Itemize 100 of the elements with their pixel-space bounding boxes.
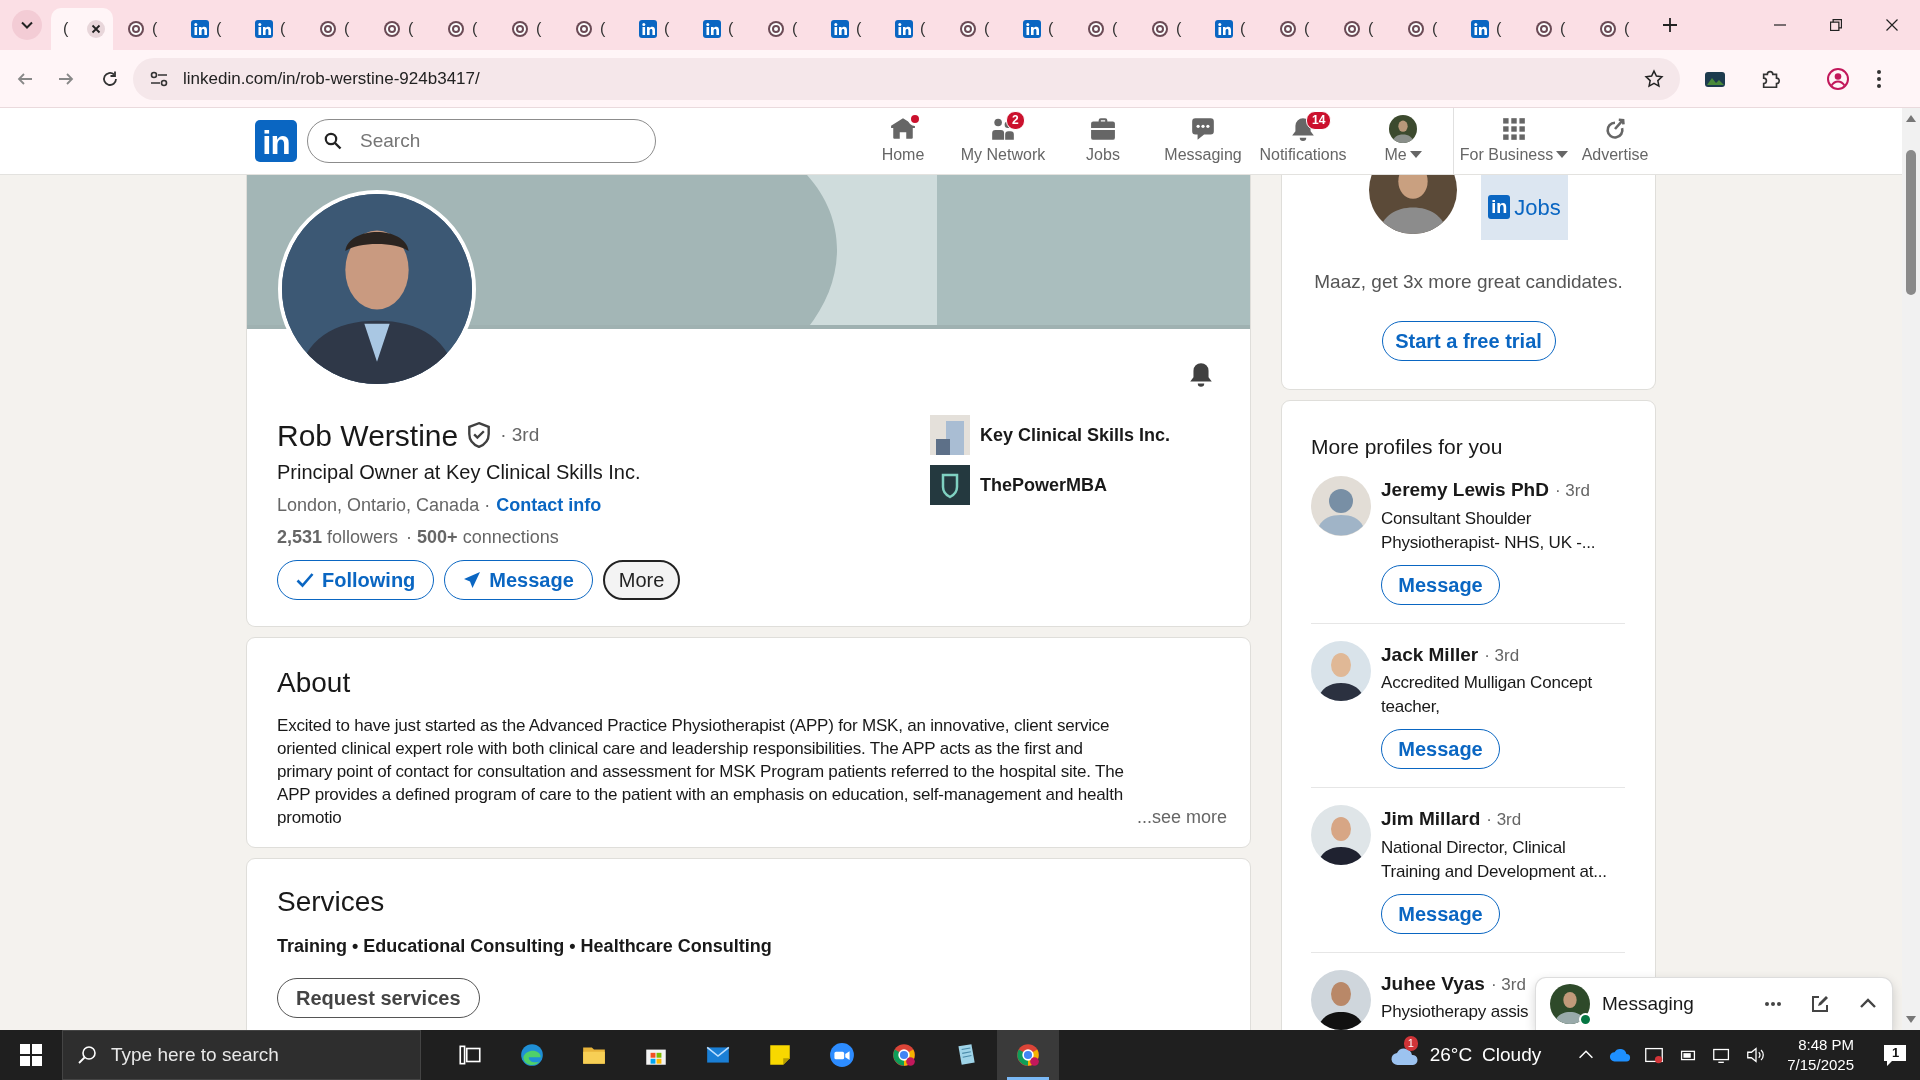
star-icon[interactable] — [1644, 68, 1664, 89]
person-name[interactable]: Jack Miller — [1381, 640, 1479, 669]
reload-button[interactable] — [101, 69, 119, 88]
jobs-logo: in Jobs — [1481, 175, 1568, 240]
company-logo[interactable] — [930, 465, 970, 505]
company-name[interactable]: Key Clinical Skills Inc. — [980, 421, 1171, 449]
menu-icon[interactable] — [1876, 68, 1882, 89]
browser-tab[interactable]: ( — [113, 8, 177, 50]
headline: Principal Owner at Key Clinical Skills Inc. — [277, 460, 642, 485]
browser-tab[interactable]: ( — [1073, 8, 1137, 50]
browser-tab[interactable]: ( — [881, 8, 945, 50]
alert-badge: 1 — [1403, 1036, 1418, 1051]
contact-info-link[interactable]: Contact info — [496, 492, 602, 519]
home-icon — [890, 116, 916, 142]
browser-tab[interactable]: ( — [497, 8, 561, 50]
browser-tab[interactable]: ( — [1585, 8, 1649, 50]
browser-tab[interactable]: ( — [241, 8, 305, 50]
company-logo[interactable] — [930, 415, 970, 455]
address-bar[interactable]: linkedin.com/in/rob-werstine-924b3417/ — [133, 57, 1680, 100]
location-text: London, Ontario, Canada · — [277, 494, 491, 517]
browser-tab[interactable]: ( — [945, 8, 1009, 50]
round-logo-icon — [1087, 20, 1105, 38]
company-name[interactable]: ThePowerMBA — [980, 471, 1107, 499]
round-logo-icon — [767, 20, 785, 38]
browser-tab[interactable]: ( — [1009, 8, 1073, 50]
browser-tab[interactable]: ( — [753, 8, 817, 50]
more-icon[interactable] — [1764, 1001, 1782, 1007]
round-logo-icon — [511, 20, 529, 38]
message-button[interactable]: Message — [1381, 729, 1500, 769]
browser-tab[interactable]: ( — [1137, 8, 1201, 50]
connections-text: · 500+ connections — [406, 526, 559, 549]
browser-tab[interactable]: ( — [1329, 8, 1393, 50]
square-logo-icon — [831, 20, 849, 38]
browser-tab[interactable]: ( — [625, 8, 689, 50]
browser-tab[interactable]: ( — [1201, 8, 1265, 50]
degree-text: · 3rd — [1554, 480, 1590, 502]
browser-tab[interactable]: ( — [689, 8, 753, 50]
nav-item[interactable]: Messaging — [1153, 108, 1253, 174]
search-field[interactable]: Search — [307, 119, 656, 163]
nav-item[interactable]: 2 My Network — [953, 108, 1053, 174]
taskbar-search-field[interactable]: Type here to search — [62, 1030, 421, 1080]
url-text: linkedin.com/in/rob-werstine-924b3417/ — [183, 67, 480, 90]
browser-tab[interactable]: ( — [561, 8, 625, 50]
person-name[interactable]: Jim Millard — [1381, 805, 1481, 834]
bell-icon[interactable] — [1188, 361, 1214, 389]
scroll-down-icon[interactable] — [1906, 1016, 1916, 1023]
notification-badge: 14 — [1306, 111, 1332, 130]
nav-item[interactable]: Home — [853, 108, 953, 174]
logo[interactable]: in — [255, 120, 297, 162]
weather-widget[interactable]: 1 26°C Cloudy — [1381, 1030, 1550, 1080]
person-name[interactable]: Jeremy Lewis PhD — [1381, 476, 1549, 505]
message-button[interactable]: Message — [1381, 893, 1500, 934]
browser-tab[interactable]: ( — [433, 8, 497, 50]
notification-badge: 2 — [1006, 111, 1025, 130]
scroll-up-icon[interactable] — [1906, 115, 1916, 122]
browser-tab[interactable]: ( — [1521, 8, 1585, 50]
reload-icon — [101, 69, 119, 88]
close-icon[interactable] — [87, 20, 105, 38]
browser-tab[interactable]: ( — [1265, 8, 1329, 50]
more-button[interactable]: More — [602, 560, 681, 600]
avatar[interactable] — [1389, 115, 1417, 143]
person-name[interactable]: Juhee Vyas — [1381, 969, 1485, 998]
browser-tab[interactable]: ( — [1457, 8, 1521, 50]
messaging-bar[interactable]: Messaging — [1536, 978, 1892, 1030]
person-headline: National Director, Clinical Training and Development at... — [1381, 836, 1608, 883]
profile-icon[interactable] — [1826, 66, 1850, 91]
browser-tab[interactable]: ( — [817, 8, 881, 50]
taskbar-app[interactable] — [997, 1030, 1059, 1080]
chat-bubble-icon — [1190, 116, 1216, 142]
close-icon — [1886, 19, 1898, 31]
following-button[interactable]: Following — [277, 560, 435, 600]
degree-text: · 3rd — [1486, 809, 1522, 831]
avatar[interactable] — [1311, 805, 1371, 865]
tab-search-button[interactable] — [12, 10, 42, 40]
site-settings-icon[interactable] — [149, 69, 169, 88]
clock[interactable]: 8:48 PM 7/15/2025 — [1777, 1030, 1864, 1080]
nav-item[interactable]: 14 Notifications — [1253, 108, 1353, 174]
restore-icon — [1830, 19, 1842, 31]
browser-tab[interactable]: ( — [369, 8, 433, 50]
compose-icon[interactable] — [1810, 994, 1830, 1014]
nav-item[interactable]: For Business — [1454, 108, 1574, 174]
scroll-thumb[interactable] — [1906, 150, 1916, 295]
nav-item[interactable]: Me — [1353, 108, 1453, 174]
avatar[interactable] — [1550, 984, 1590, 1024]
notification-button[interactable]: 1 — [1870, 1030, 1920, 1080]
browser-tab[interactable]: ( — [177, 8, 241, 50]
square-logo-icon — [703, 20, 721, 38]
request-services-button[interactable]: Request services — [277, 978, 480, 1018]
message-button[interactable]: Message — [1381, 564, 1500, 605]
square-logo-icon — [1215, 20, 1233, 38]
square-logo-icon — [1023, 20, 1041, 38]
browser-tab[interactable]: ( — [305, 8, 369, 50]
nav-item[interactable]: Advertise — [1574, 108, 1656, 174]
message-button[interactable]: Message — [444, 560, 593, 600]
browser-tab[interactable]: ( — [51, 8, 113, 50]
round-logo-icon — [1407, 20, 1425, 38]
browser-tab[interactable]: ( — [1393, 8, 1457, 50]
nav-item[interactable]: Jobs — [1053, 108, 1153, 174]
sticky-note-icon — [767, 1042, 793, 1068]
free-trial-button[interactable]: Start a free trial — [1381, 320, 1556, 361]
